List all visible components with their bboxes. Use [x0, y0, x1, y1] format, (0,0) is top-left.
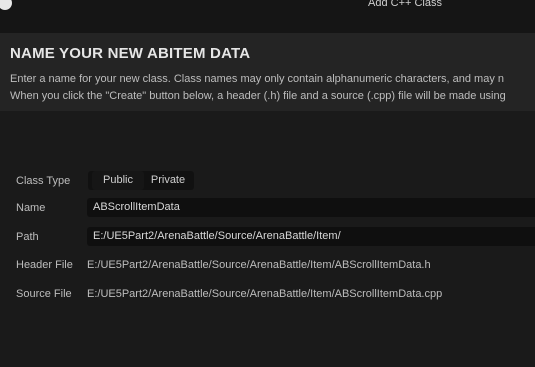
- path-label: Path: [16, 231, 39, 243]
- description-line-2: When you click the "Create" button below…: [10, 90, 506, 102]
- unreal-logo-icon: [0, 0, 12, 10]
- class-type-label: Class Type: [16, 175, 71, 187]
- description-line-1: Enter a name for your new class. Class n…: [10, 73, 505, 85]
- class-type-public-button[interactable]: Public: [92, 171, 144, 190]
- name-input[interactable]: ABScrollItemData: [87, 198, 535, 217]
- header-file-value: E:/UE5Part2/ArenaBattle/Source/ArenaBatt…: [87, 259, 431, 271]
- header-panel: NAME YOUR NEW ABITEM DATA Enter a name f…: [0, 33, 535, 111]
- window-title: Add C++ Class: [368, 0, 442, 9]
- source-file-value: E:/UE5Part2/ArenaBattle/Source/ArenaBatt…: [87, 288, 443, 300]
- name-label: Name: [16, 202, 46, 214]
- path-input-value: E:/UE5Part2/ArenaBattle/Source/ArenaBatt…: [93, 230, 341, 242]
- class-type-toggle: Public Private: [88, 171, 194, 190]
- path-input[interactable]: E:/UE5Part2/ArenaBattle/Source/ArenaBatt…: [87, 227, 535, 246]
- page-title: NAME YOUR NEW ABITEM DATA: [10, 45, 251, 62]
- class-type-private-button[interactable]: Private: [144, 171, 192, 190]
- header-file-label: Header File: [16, 259, 73, 271]
- name-input-value: ABScrollItemData: [93, 201, 180, 213]
- title-bar: Add C++ Class: [0, 0, 535, 33]
- source-file-label: Source File: [16, 288, 72, 300]
